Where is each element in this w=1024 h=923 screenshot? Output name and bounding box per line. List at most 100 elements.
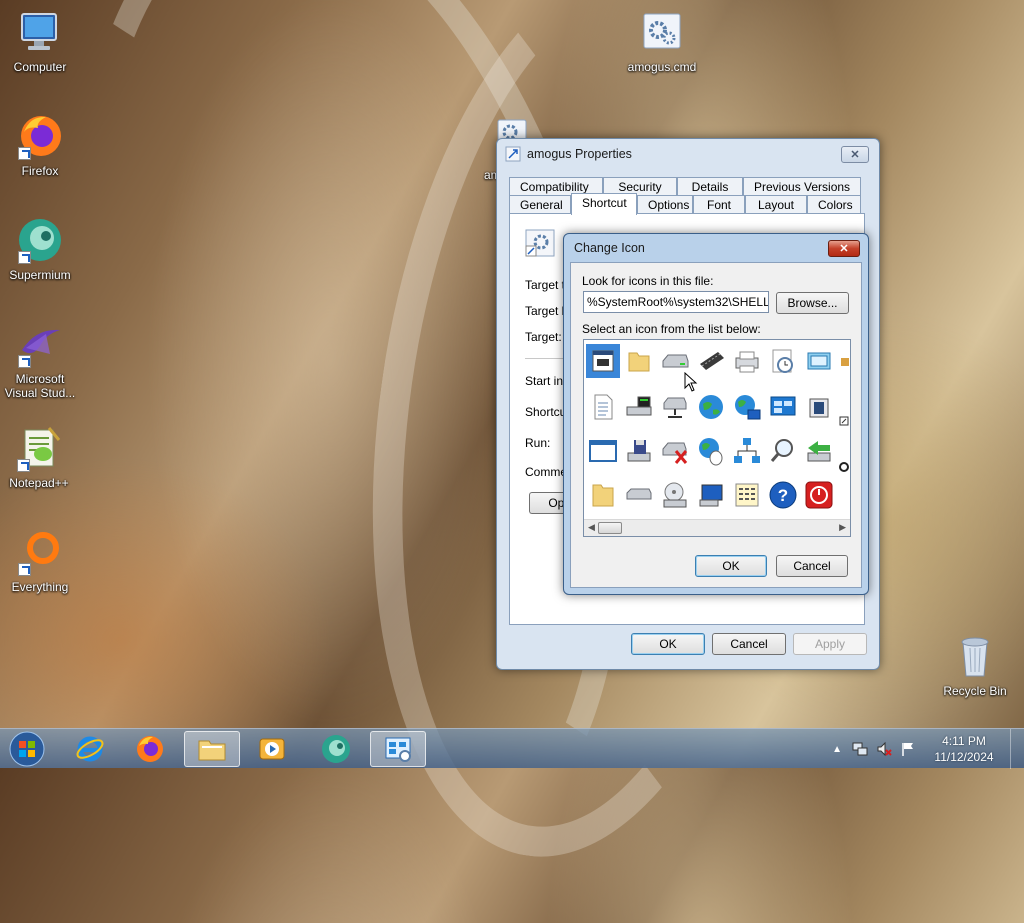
computer-icon: [16, 8, 64, 56]
monitor-icon[interactable]: [694, 478, 728, 512]
grid-window-icon[interactable]: [730, 478, 764, 512]
everything-icon: [16, 528, 64, 576]
network-globe-icon[interactable]: [730, 390, 764, 424]
tab-layout[interactable]: Layout: [745, 195, 807, 213]
shortcut-arrow-icon: [17, 459, 30, 472]
taskbar-media-player[interactable]: [244, 731, 300, 767]
desktop-icon-supermium[interactable]: Supermium: [2, 216, 78, 282]
desktop-icon-recycle-bin[interactable]: Recycle Bin: [937, 632, 1013, 698]
partial-icon[interactable]: [836, 344, 850, 378]
change-icon-titlebar[interactable]: Change Icon: [564, 234, 868, 262]
dialog-title: Change Icon: [574, 241, 645, 255]
scroll-right-icon[interactable]: ▶: [839, 522, 846, 533]
tab-details[interactable]: Details: [677, 177, 743, 195]
text-file-icon[interactable]: [586, 390, 620, 424]
terminal-icon[interactable]: [622, 390, 656, 424]
shortcut-icon: [525, 229, 555, 257]
printer-icon[interactable]: [730, 344, 764, 378]
tab-colors[interactable]: Colors: [807, 195, 861, 213]
window-title: amogus Properties: [527, 147, 632, 161]
document-icon[interactable]: [585, 343, 621, 379]
tab-previous-versions[interactable]: Previous Versions: [743, 177, 861, 195]
scrollbar-thumb[interactable]: [598, 522, 622, 534]
blank-window-icon[interactable]: [586, 434, 620, 468]
search-icon[interactable]: [766, 434, 800, 468]
desktop-icon-firefox[interactable]: Firefox: [2, 112, 78, 178]
show-hidden-icons-icon[interactable]: ▲: [832, 744, 842, 755]
tab-general[interactable]: General: [509, 195, 571, 213]
ok-button[interactable]: OK: [695, 555, 767, 577]
taskbar-internet-explorer[interactable]: [62, 731, 118, 767]
close-button[interactable]: ✕: [828, 240, 860, 257]
apply-button[interactable]: Apply: [793, 633, 867, 655]
cancel-button[interactable]: Cancel: [776, 555, 848, 577]
clock-icon[interactable]: [766, 344, 800, 378]
close-button[interactable]: ✕: [841, 146, 869, 163]
globe-icon[interactable]: [694, 390, 728, 424]
tab-font[interactable]: Font: [693, 195, 745, 213]
taskbar-firefox[interactable]: [122, 731, 178, 767]
shortcut-icon: [505, 146, 521, 162]
power-icon[interactable]: [802, 478, 836, 512]
desktop-icon-amogus-cmd[interactable]: amogus.cmd: [624, 8, 700, 74]
change-icon-dialog: Change Icon ✕ Look for icons in this fil…: [563, 233, 869, 595]
shortcut-arrow-icon: [18, 563, 31, 576]
visual-studio-icon: [16, 320, 64, 368]
start-button[interactable]: [4, 730, 50, 768]
taskbar-supermium[interactable]: [308, 731, 364, 767]
drive-error-icon[interactable]: [658, 434, 692, 468]
icon-list-scrollbar[interactable]: ◀ ▶: [584, 519, 850, 536]
supermium-icon: [16, 216, 64, 264]
camera-icon[interactable]: [802, 390, 836, 424]
desktop-icon-visual-studio[interactable]: Microsoft Visual Stud...: [0, 320, 80, 400]
folder-icon[interactable]: [586, 478, 620, 512]
partial-icon[interactable]: [836, 404, 850, 438]
show-desktop-button[interactable]: [1010, 729, 1024, 769]
control-panel-icon: [385, 737, 411, 762]
recycle-bin-icon: [951, 632, 999, 680]
ok-button[interactable]: OK: [631, 633, 705, 655]
tab-shortcut[interactable]: Shortcut: [571, 193, 637, 215]
desktop-icon-label: Supermium: [9, 268, 71, 282]
shortcut-arrow-icon: [18, 147, 31, 160]
partial-icon[interactable]: [836, 450, 850, 484]
desktop-icon-label: Recycle Bin: [943, 684, 1007, 698]
volume-muted-icon[interactable]: [876, 741, 892, 757]
browse-button[interactable]: Browse...: [776, 292, 849, 314]
drive-arrow-icon[interactable]: [802, 434, 836, 468]
desktop-icon-label: Firefox: [21, 164, 59, 178]
properties-titlebar[interactable]: amogus Properties: [497, 139, 879, 169]
memory-chip-icon[interactable]: [694, 344, 728, 378]
windows-start-icon: [9, 731, 45, 767]
action-center-flag-icon[interactable]: [900, 741, 916, 757]
desktop-icon-notepadpp[interactable]: Notepad++: [0, 424, 78, 490]
desktop-icon-computer[interactable]: Computer: [2, 8, 78, 74]
select-icon-label: Select an icon from the list below:: [582, 322, 761, 336]
network-tree-icon[interactable]: [730, 434, 764, 468]
disk-drive-icon[interactable]: [622, 478, 656, 512]
desktop-icon-label: Microsoft Visual Stud...: [4, 372, 76, 400]
icon-file-path-input[interactable]: %SystemRoot%\system32\SHELL32: [583, 291, 769, 313]
folder-icon[interactable]: [622, 344, 656, 378]
network-panel-icon[interactable]: [766, 390, 800, 424]
icon-list[interactable]: ? ◀ ▶: [583, 339, 851, 537]
clock[interactable]: 4:11 PM 11/12/2024: [922, 733, 1006, 765]
network-icon[interactable]: [852, 741, 868, 757]
desktop-icon-everything[interactable]: Everything: [2, 528, 78, 594]
cancel-button[interactable]: Cancel: [712, 633, 786, 655]
internet-explorer-icon: [76, 736, 104, 762]
desktop-icon-label: Everything: [11, 580, 69, 594]
mouse-globe-icon[interactable]: [694, 434, 728, 468]
taskbar-file-explorer[interactable]: [184, 731, 240, 767]
tab-options[interactable]: Options: [637, 195, 693, 213]
taskbar-control-panel[interactable]: [370, 731, 426, 767]
help-icon[interactable]: ?: [766, 478, 800, 512]
gear-settings-icon: [638, 8, 686, 56]
cd-drive-icon[interactable]: [658, 478, 692, 512]
scroll-left-icon[interactable]: ◀: [588, 522, 595, 533]
floppy-icon[interactable]: [622, 434, 656, 468]
window-icon[interactable]: [802, 344, 836, 378]
network-drive-icon[interactable]: [658, 390, 692, 424]
firefox-icon: [16, 112, 64, 160]
system-tray: ▲ 4:11 PM 11/12/2024: [832, 729, 1024, 769]
